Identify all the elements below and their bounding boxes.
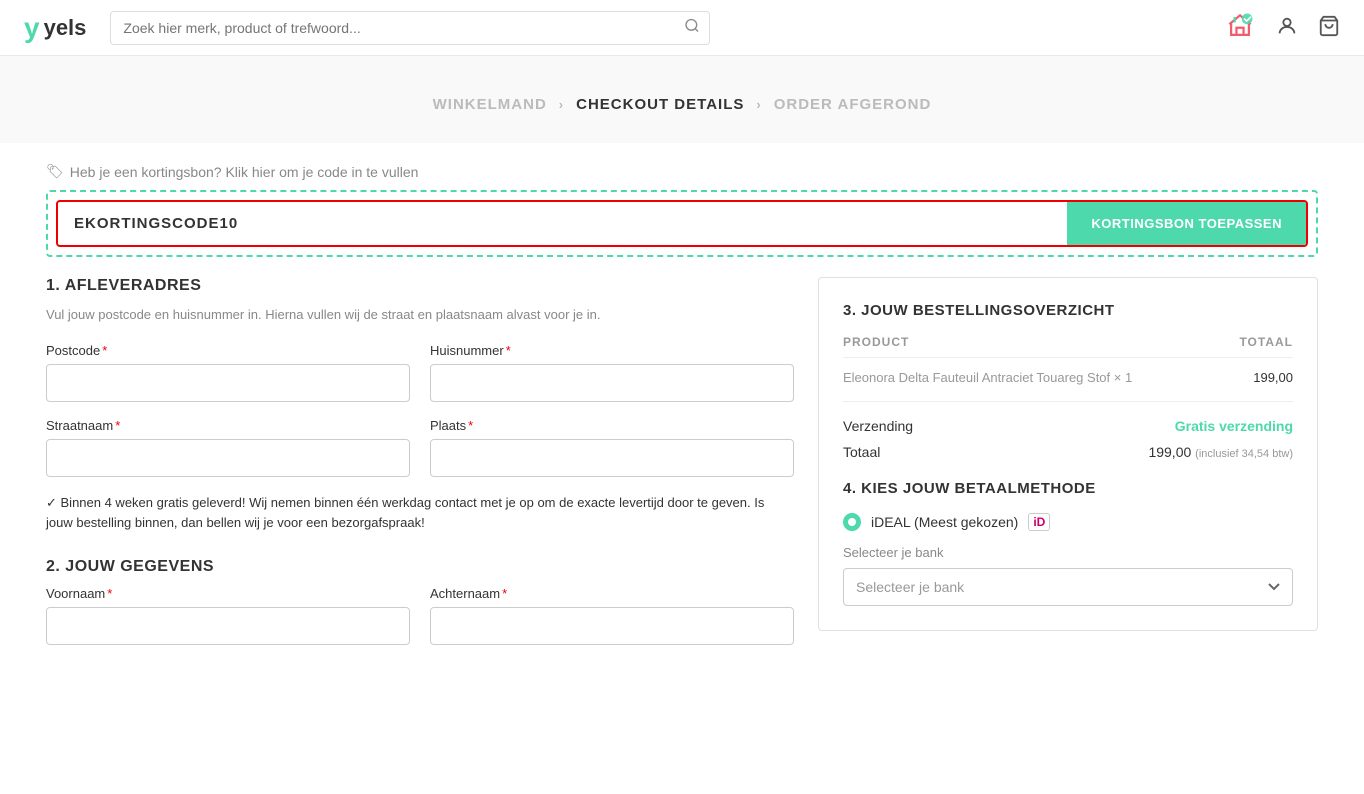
search-button[interactable] [684, 17, 700, 38]
right-column: 3. JOUW BESTELLINGSOVERZICHT PRODUCT TOT… [818, 277, 1318, 631]
payment-title: 4. KIES JOUW BETAALMETHODE [843, 480, 1293, 497]
order-table-header: PRODUCT TOTAAL [843, 335, 1293, 358]
logo-y: y [24, 12, 40, 44]
discount-label-text: Heb je een kortingsbon? Klik hier om je … [70, 164, 419, 180]
discount-box: KORTINGSBON TOEPASSEN [46, 190, 1318, 257]
breadcrumb-step2: CHECKOUT DETAILS [576, 96, 744, 113]
address-section: 1. AFLEVERADRES Vul jouw postcode en hui… [46, 277, 794, 534]
straatnaam-label: Straatnaam* [46, 418, 410, 433]
breadcrumb-step3[interactable]: ORDER AFGEROND [774, 96, 932, 113]
voornaam-input[interactable] [46, 607, 410, 645]
header-icons [1224, 10, 1340, 45]
breadcrumb-arrow1: › [559, 97, 564, 112]
btw-text: (inclusief 34,54 btw) [1195, 448, 1293, 460]
form-group-plaats: Plaats* [430, 418, 794, 477]
shipping-label: Verzending [843, 418, 913, 434]
straatnaam-required: * [115, 418, 120, 433]
shipping-row: Verzending Gratis verzending [843, 418, 1293, 434]
breadcrumb-step1[interactable]: WINKELMAND [433, 96, 547, 113]
total-label: Totaal [843, 444, 880, 460]
discount-section: 🏷 Heb je een kortingsbon? Klik hier om j… [46, 163, 1318, 257]
postcode-input[interactable] [46, 364, 410, 402]
breadcrumb-arrow2: › [756, 97, 761, 112]
form-group-voornaam: Voornaam* [46, 586, 410, 645]
form-row-straat-plaats: Straatnaam* Plaats* [46, 418, 794, 477]
plaats-label: Plaats* [430, 418, 794, 433]
payment-option-ideal[interactable]: iDEAL (Meest gekozen) iD [843, 513, 1293, 531]
bank-select[interactable]: Selecteer je bank ABN AMRO ING Rabobank … [843, 568, 1293, 606]
form-group-straatnaam: Straatnaam* [46, 418, 410, 477]
address-subtitle: Vul jouw postcode en huisnummer in. Hier… [46, 305, 794, 325]
form-group-huisnummer: Huisnummer* [430, 343, 794, 402]
postcode-label: Postcode* [46, 343, 410, 358]
wishlist-icon[interactable] [1224, 10, 1256, 45]
two-column-layout: 1. AFLEVERADRES Vul jouw postcode en hui… [46, 277, 1318, 661]
order-item-name: Eleonora Delta Fauteuil Antraciet Touare… [843, 370, 1253, 385]
address-title: 1. AFLEVERADRES [46, 277, 794, 295]
discount-apply-button[interactable]: KORTINGSBON TOEPASSEN [1067, 202, 1306, 245]
form-group-achternaam: Achternaam* [430, 586, 794, 645]
form-group-postcode: Postcode* [46, 343, 410, 402]
left-column: 1. AFLEVERADRES Vul jouw postcode en hui… [46, 277, 794, 661]
delivery-note: ✓ Binnen 4 weken gratis geleverd! Wij ne… [46, 493, 794, 535]
personal-title: 2. JOUW GEGEVENS [46, 558, 794, 576]
discount-code-input[interactable] [58, 203, 1067, 244]
ideal-label: iDEAL (Meest gekozen) [871, 514, 1018, 530]
huisnummer-label: Huisnummer* [430, 343, 794, 358]
voornaam-label: Voornaam* [46, 586, 410, 601]
breadcrumb-section: WINKELMAND › CHECKOUT DETAILS › ORDER AF… [0, 56, 1364, 143]
total-row: Totaal 199,00 (inclusief 34,54 btw) [843, 444, 1293, 460]
discount-box-inner: KORTINGSBON TOEPASSEN [56, 200, 1308, 247]
personal-section: 2. JOUW GEGEVENS Voornaam* Achternaam* [46, 558, 794, 645]
search-container [110, 11, 710, 45]
cart-icon[interactable] [1318, 15, 1340, 40]
voornaam-required: * [107, 586, 112, 601]
discount-label: 🏷 Heb je een kortingsbon? Klik hier om j… [46, 163, 1318, 180]
order-item-price: 199,00 [1253, 370, 1293, 385]
bank-select-label: Selecteer je bank [843, 545, 1293, 560]
achternaam-required: * [502, 586, 507, 601]
order-overview: 3. JOUW BESTELLINGSOVERZICHT PRODUCT TOT… [843, 302, 1293, 460]
form-row-names: Voornaam* Achternaam* [46, 586, 794, 645]
order-item-qty: × 1 [1114, 370, 1132, 385]
straatnaam-input[interactable] [46, 439, 410, 477]
col-product: PRODUCT [843, 335, 909, 349]
shipping-value: Gratis verzending [1175, 418, 1293, 434]
user-icon[interactable] [1276, 15, 1298, 40]
order-overview-title: 3. JOUW BESTELLINGSOVERZICHT [843, 302, 1293, 319]
huisnummer-required: * [506, 343, 511, 358]
ideal-icon: iD [1028, 513, 1050, 531]
total-price: 199,00 (inclusief 34,54 btw) [1148, 444, 1293, 460]
breadcrumb: WINKELMAND › CHECKOUT DETAILS › ORDER AF… [0, 96, 1364, 113]
postcode-required: * [102, 343, 107, 358]
col-total: TOTAAL [1239, 335, 1293, 349]
payment-section: 4. KIES JOUW BETAALMETHODE iDEAL (Meest … [843, 480, 1293, 606]
ideal-radio[interactable] [843, 513, 861, 531]
logo[interactable]: y yels [24, 12, 86, 44]
form-row-postcode-huisnummer: Postcode* Huisnummer* [46, 343, 794, 402]
logo-text: yels [44, 15, 87, 41]
achternaam-input[interactable] [430, 607, 794, 645]
search-input[interactable] [110, 11, 710, 45]
header: y yels [0, 0, 1364, 56]
main-content: 🏷 Heb je een kortingsbon? Klik hier om j… [22, 143, 1342, 681]
plaats-required: * [468, 418, 473, 433]
huisnummer-input[interactable] [430, 364, 794, 402]
achternaam-label: Achternaam* [430, 586, 794, 601]
plaats-input[interactable] [430, 439, 794, 477]
order-item: Eleonora Delta Fauteuil Antraciet Touare… [843, 370, 1293, 402]
tag-icon: 🏷 [46, 163, 64, 180]
